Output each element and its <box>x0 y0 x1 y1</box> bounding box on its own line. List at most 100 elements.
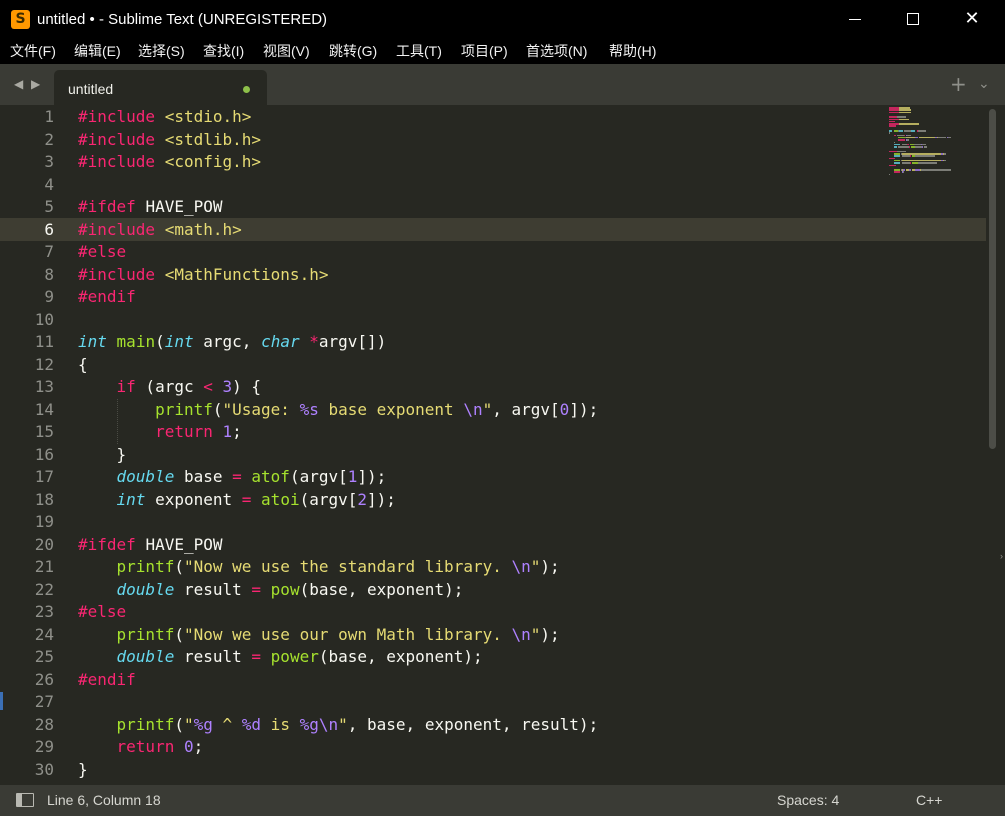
minimap[interactable] <box>889 105 959 185</box>
line-number: 25 <box>34 647 54 666</box>
code-line[interactable]: double base = atof(argv[1]); <box>78 466 387 489</box>
code-token: %g <box>299 714 319 734</box>
code-line[interactable]: #ifdef HAVE_POW <box>78 196 223 219</box>
minimap-stroke <box>907 139 909 141</box>
code-line[interactable]: #ifdef HAVE_POW <box>78 534 223 557</box>
line-number: 10 <box>34 309 54 329</box>
menu-tools[interactable]: 工具(T) <box>396 43 442 60</box>
menu-bar: 文件(F) 编辑(E) 选择(S) 查找(I) 视图(V) 跳转(G) 工具(T… <box>0 39 1005 64</box>
scrollbar-thumb[interactable] <box>989 109 996 449</box>
code-line[interactable]: #include <math.h> <box>78 219 242 242</box>
menu-goto[interactable]: 跳转(G) <box>329 43 377 60</box>
code-token: %g <box>193 714 213 734</box>
code-line[interactable]: printf("%g ^ %d is %g\n", base, exponent… <box>78 714 599 737</box>
line-number: 27 <box>34 692 54 711</box>
code-line[interactable]: } <box>78 759 88 782</box>
code-line[interactable]: return 1; <box>78 421 242 444</box>
code-token: #else <box>78 242 127 261</box>
minimap-stroke <box>893 169 901 171</box>
maximize-button[interactable] <box>884 0 942 39</box>
tab-nav-right-icon[interactable]: ▶ <box>31 76 40 92</box>
tab-list-chevron-icon[interactable]: ⌄ <box>978 75 990 93</box>
line-number: 7 <box>44 242 54 261</box>
sidebar-toggle-icon[interactable] <box>16 793 34 807</box>
new-tab-plus-icon[interactable]: + <box>950 73 967 95</box>
line-number: 15 <box>34 422 54 441</box>
code-token: \n <box>511 557 531 576</box>
code-token: = <box>251 579 262 599</box>
code-token: \n <box>463 399 483 419</box>
code-line[interactable]: int exponent = atoi(argv[2]); <box>78 489 396 512</box>
unsaved-dot-icon[interactable] <box>243 86 250 93</box>
minimap-stroke <box>889 111 900 114</box>
menu-file[interactable]: 文件(F) <box>10 43 56 60</box>
menu-find[interactable]: 查找(I) <box>203 43 244 60</box>
close-button[interactable]: ✕ <box>943 0 1001 39</box>
code-line[interactable]: if (argc < 3) { <box>78 376 262 399</box>
menu-preferences[interactable]: 首选项(N) <box>526 43 587 60</box>
code-token: ( <box>174 714 184 734</box>
code-token: 0 <box>559 399 570 419</box>
menu-project[interactable]: 项目(P) <box>461 43 508 60</box>
code-line[interactable]: #include <config.h> <box>78 151 261 174</box>
code-token: HAVE_POW <box>145 197 223 216</box>
code-line[interactable]: #endif <box>78 286 136 309</box>
minimap-stroke <box>902 171 904 173</box>
code-line[interactable]: #include <stdlib.h> <box>78 129 261 152</box>
code-line[interactable]: } <box>78 444 127 467</box>
code-token: return <box>155 422 213 441</box>
code-line[interactable]: printf("Now we use the standard library.… <box>78 556 560 579</box>
line-number: 5 <box>44 197 54 216</box>
minimap-stroke <box>922 143 926 146</box>
minimap-stroke <box>915 155 935 157</box>
right-edge-marker: › <box>1000 551 1003 561</box>
indentation-setting[interactable]: Spaces: 4 <box>777 792 839 808</box>
editor-area[interactable]: 1 2 3 4 5 6 7 8 9 10 11 12 13 14 15 16 17 18 19 20 21 22 23 24 2… <box>0 105 1005 785</box>
code-line[interactable]: #else <box>78 241 126 264</box>
code-line[interactable]: printf("Now we use our own Math library.… <box>78 624 560 647</box>
code-token: int <box>116 489 146 509</box>
minimap-stroke <box>889 150 898 153</box>
menu-selection[interactable]: 选择(S) <box>138 43 185 60</box>
menu-view[interactable]: 视图(V) <box>263 43 310 60</box>
code-token: <stdlib.h> <box>164 129 262 149</box>
code-line[interactable]: printf("Usage: %s base exponent \n", arg… <box>78 399 598 422</box>
menu-edit[interactable]: 编辑(E) <box>74 43 121 60</box>
code-line[interactable]: #include <MathFunctions.h> <box>78 264 328 287</box>
line-number: 24 <box>34 624 54 644</box>
code-token: } <box>78 444 127 464</box>
code-line[interactable]: double result = pow(base, exponent); <box>78 579 464 602</box>
code-token: return <box>116 737 175 756</box>
tab-untitled[interactable]: untitled <box>54 70 267 105</box>
code-line[interactable]: int main(int argc, char *argv[]) <box>78 331 386 354</box>
minimap-stroke <box>889 125 896 127</box>
code-token: "Now we use the standard library. <box>183 557 512 576</box>
minimap-stroke <box>899 107 910 109</box>
menu-help[interactable]: 帮助(H) <box>609 43 656 60</box>
minimap-stroke <box>893 143 901 146</box>
syntax-setting[interactable]: C++ <box>916 792 942 808</box>
code-line[interactable]: #include <stdio.h> <box>78 106 251 129</box>
code-token: base exponent <box>318 399 464 419</box>
code-token: , argv[ <box>492 399 560 419</box>
vertical-scrollbar[interactable] <box>986 105 1000 785</box>
code-token: " <box>530 557 541 576</box>
minimap-stroke <box>889 164 896 166</box>
code-token: #else <box>78 602 127 621</box>
code-line[interactable]: double result = power(base, exponent); <box>78 646 483 669</box>
line-number: 13 <box>34 377 54 396</box>
code-line[interactable]: #else <box>78 601 126 624</box>
line-number: 29 <box>34 737 54 756</box>
minimap-stroke <box>889 157 895 160</box>
minimap-stroke <box>901 159 941 162</box>
code-line[interactable]: { <box>78 354 88 377</box>
code-line[interactable]: return 0; <box>78 736 204 759</box>
code-line[interactable]: #endif <box>78 669 136 692</box>
minimap-stroke <box>918 136 935 139</box>
minimap-stroke <box>889 118 900 120</box>
line-number: 22 <box>34 579 54 599</box>
tab-nav-left-icon[interactable]: ◀ <box>14 76 23 92</box>
minimize-button[interactable] <box>826 0 884 39</box>
